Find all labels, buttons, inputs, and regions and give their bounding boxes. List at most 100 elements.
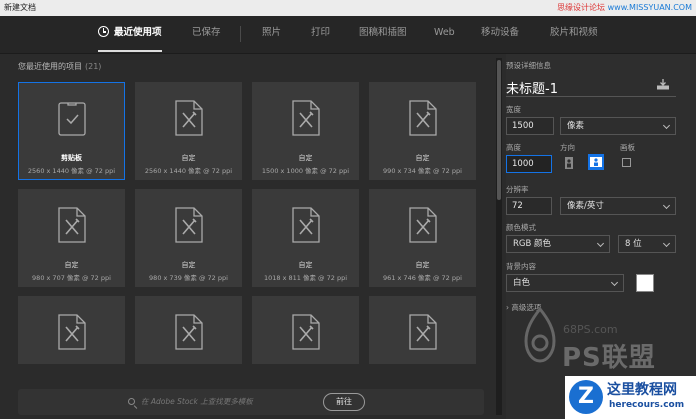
- tab-film-video[interactable]: 胶片和视频: [550, 16, 598, 54]
- recent-document-card[interactable]: 自定 2560 x 1440 像素 @ 72 ppi: [135, 82, 242, 180]
- watermark-corner-en: herecours.com: [609, 400, 685, 410]
- card-name: 自定: [415, 261, 430, 269]
- background-label: 背景内容: [506, 262, 536, 271]
- card-name: 剪贴板: [61, 154, 82, 162]
- width-label: 宽度: [506, 105, 521, 114]
- document-name-underline: [506, 96, 676, 97]
- card-caption: 自定 2560 x 1440 像素 @ 72 ppi: [136, 153, 241, 175]
- window-title: 新建文档: [4, 3, 36, 12]
- portrait-orientation-icon[interactable]: [562, 156, 576, 170]
- watermark-top-part1: 思缘设计论坛: [557, 3, 606, 12]
- recent-document-card[interactable]: 自定 1018 x 811 像素 @ 72 ppi: [252, 189, 359, 287]
- watermark-site: 68PS.com: [563, 323, 618, 336]
- card-name: 自定: [415, 154, 430, 162]
- tab-print[interactable]: 打印: [311, 16, 330, 54]
- save-preset-icon[interactable]: [656, 78, 670, 90]
- recent-document-card[interactable]: 自定 980 x 707 像素 @ 72 ppi: [18, 189, 125, 287]
- search-icon: [128, 398, 135, 405]
- recent-document-card[interactable]: [252, 296, 359, 364]
- artboard-label: 画板: [620, 143, 635, 152]
- recent-document-card[interactable]: 自定 980 x 739 像素 @ 72 ppi: [135, 189, 242, 287]
- preset-section-label: 预设详细信息: [506, 61, 551, 70]
- card-caption: 自定 1018 x 811 像素 @ 72 ppi: [253, 260, 358, 282]
- artboard-checkbox[interactable]: [622, 158, 631, 167]
- recent-document-card[interactable]: [18, 296, 125, 364]
- height-label: 高度: [506, 143, 521, 152]
- resolution-field[interactable]: 72: [506, 197, 552, 215]
- recent-document-card[interactable]: 自定 1500 x 1000 像素 @ 72 ppi: [252, 82, 359, 180]
- watermark-top-part2: www.MISSYUAN.COM: [607, 3, 692, 12]
- scrollbar-thumb[interactable]: [497, 60, 501, 200]
- card-caption: 自定 980 x 739 像素 @ 72 ppi: [136, 260, 241, 282]
- tab-photo[interactable]: 照片: [262, 16, 281, 54]
- document-placeholder-icon: [174, 100, 203, 136]
- background-select[interactable]: 白色: [506, 274, 624, 292]
- width-unit-select[interactable]: 像素: [560, 117, 676, 135]
- document-placeholder-icon: [291, 314, 320, 350]
- tab-saved[interactable]: 已保存: [192, 16, 221, 54]
- color-mode-select[interactable]: RGB 颜色: [506, 235, 610, 253]
- color-mode-label: 颜色模式: [506, 223, 536, 232]
- card-name: 自定: [181, 154, 196, 162]
- clock-icon: [98, 26, 109, 37]
- watermark-corner-badge: Z 这里教程网 herecours.com: [565, 376, 696, 419]
- document-placeholder-icon: [291, 100, 320, 136]
- tab-mobile[interactable]: 移动设备: [481, 16, 519, 54]
- recent-heading-text: 您最近使用的项目: [18, 62, 82, 71]
- ps-league-logo: [524, 306, 556, 363]
- document-placeholder-icon: [408, 314, 437, 350]
- card-size: 2560 x 1440 像素 @ 72 ppi: [27, 167, 116, 175]
- recent-heading: 您最近使用的项目 (21): [18, 61, 101, 72]
- watermark-ps-league: PS联盟: [562, 343, 656, 373]
- resolution-unit-select[interactable]: 像素/英寸: [560, 197, 676, 215]
- recent-document-card[interactable]: 自定 990 x 734 像素 @ 72 ppi: [369, 82, 476, 180]
- card-name: 自定: [64, 261, 79, 269]
- stock-search-input[interactable]: 在 Adobe Stock 上查找更多模板: [128, 396, 253, 407]
- chevron-right-icon: ›: [506, 303, 509, 312]
- recent-document-card[interactable]: 自定 961 x 746 像素 @ 72 ppi: [369, 189, 476, 287]
- tab-recent-label: 最近使用项: [114, 27, 162, 38]
- document-placeholder-icon: [174, 207, 203, 243]
- card-size: 2560 x 1440 像素 @ 72 ppi: [144, 167, 233, 175]
- card-size: 1018 x 811 像素 @ 72 ppi: [263, 274, 348, 282]
- card-size: 980 x 707 像素 @ 72 ppi: [32, 274, 111, 282]
- recent-document-card[interactable]: [369, 296, 476, 364]
- tab-web[interactable]: Web: [434, 16, 455, 54]
- card-size: 980 x 739 像素 @ 72 ppi: [149, 274, 228, 282]
- document-placeholder-icon: [57, 314, 86, 350]
- card-caption: 自定 961 x 746 像素 @ 72 ppi: [370, 260, 475, 282]
- card-caption: 自定 980 x 707 像素 @ 72 ppi: [19, 260, 124, 282]
- background-color-swatch[interactable]: [636, 274, 654, 292]
- recent-document-card[interactable]: 剪贴板 2560 x 1440 像素 @ 72 ppi: [18, 82, 125, 180]
- height-field[interactable]: 1000: [506, 155, 552, 173]
- card-size: 1500 x 1000 像素 @ 72 ppi: [261, 167, 350, 175]
- resolution-label: 分辨率: [506, 185, 529, 194]
- tab-art-illustration[interactable]: 图稿和插图: [359, 16, 407, 54]
- stock-search-bar: 在 Adobe Stock 上查找更多模板 前往: [18, 389, 484, 415]
- tab-recent[interactable]: 最近使用项: [98, 16, 162, 54]
- card-caption: 剪贴板 2560 x 1440 像素 @ 72 ppi: [19, 153, 124, 175]
- category-tabs: 最近使用项 已保存 照片 打印 图稿和插图 Web 移动设备 胶片和视频: [0, 16, 696, 54]
- watermark-top: 思缘设计论坛 www.MISSYUAN.COM: [557, 0, 692, 16]
- stock-search-placeholder: 在 Adobe Stock 上查找更多模板: [141, 397, 253, 406]
- document-placeholder-icon: [291, 207, 320, 243]
- document-name-input[interactable]: 未标题-1: [506, 78, 558, 97]
- document-placeholder-icon: [57, 207, 86, 243]
- card-caption: 自定 990 x 734 像素 @ 72 ppi: [370, 153, 475, 175]
- watermark-corner-cn: 这里教程网: [607, 382, 677, 398]
- document-placeholder-icon: [408, 207, 437, 243]
- card-size: 990 x 734 像素 @ 72 ppi: [383, 167, 462, 175]
- card-size: 961 x 746 像素 @ 72 ppi: [383, 274, 462, 282]
- landscape-orientation-icon[interactable]: [588, 154, 604, 170]
- recent-document-card[interactable]: [135, 296, 242, 364]
- card-name: 自定: [298, 154, 313, 162]
- bit-depth-select[interactable]: 8 位: [618, 235, 676, 253]
- card-name: 自定: [181, 261, 196, 269]
- recent-count: (21): [85, 62, 102, 71]
- card-name: 自定: [298, 261, 313, 269]
- card-caption: 自定 1500 x 1000 像素 @ 72 ppi: [253, 153, 358, 175]
- go-button[interactable]: 前往: [323, 393, 365, 411]
- width-field[interactable]: 1500: [506, 117, 554, 135]
- tab-divider: [240, 26, 241, 42]
- document-placeholder-icon: [174, 314, 203, 350]
